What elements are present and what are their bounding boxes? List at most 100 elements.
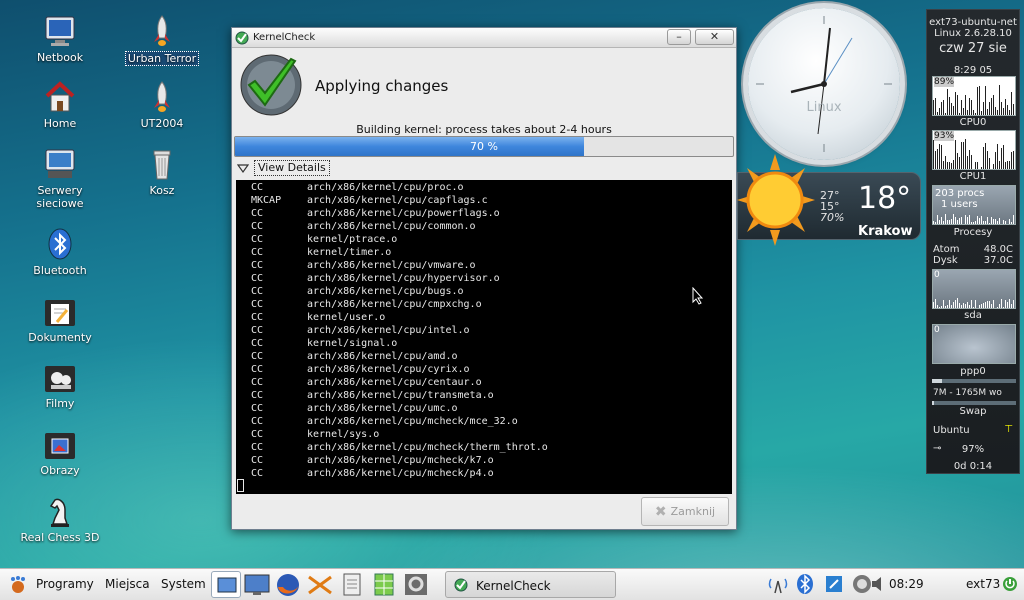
activity-bar (991, 304, 992, 308)
log-command: CC (251, 455, 264, 466)
activity-bar (963, 303, 964, 308)
pictures-folder-icon (43, 427, 77, 461)
desktop-icon-kosz[interactable]: Kosz (116, 147, 208, 197)
document-icon (343, 573, 361, 596)
volume-icon[interactable] (870, 573, 886, 595)
activity-bar (943, 300, 944, 308)
desktop-icon-ut2004[interactable]: UT2004 (116, 80, 208, 130)
activity-bar (969, 150, 970, 169)
log-command: CC (251, 416, 264, 427)
log-command: MKCAP (251, 195, 282, 206)
view-details-expander[interactable]: View Details (237, 159, 330, 176)
activity-bar (957, 95, 958, 115)
weather-humidity: 70% (820, 211, 845, 224)
swap-bar (932, 401, 1016, 405)
desktop-icon-label: Real Chess 3D (20, 531, 100, 544)
minimize-button[interactable]: – (667, 29, 691, 45)
zamknij-label: Zamknij (670, 505, 716, 518)
activity-bar (999, 85, 1000, 115)
desktop-icon-real-chess-3d[interactable]: Real Chess 3D (14, 494, 106, 544)
activity-bar (1011, 304, 1012, 308)
settings-launcher[interactable] (401, 571, 431, 598)
ppp0-label: ppp0 (960, 366, 986, 377)
mail-launcher[interactable] (305, 571, 335, 598)
clock-widget[interactable]: Linux (748, 8, 900, 160)
activity-bar (935, 98, 936, 115)
activity-bar (963, 108, 964, 115)
memory-fill (932, 379, 943, 383)
ppp0-scale: 0 (934, 325, 940, 335)
ppp0-graph: 0 (932, 324, 1016, 364)
activity-bar (955, 300, 956, 308)
screen-icon (244, 574, 270, 595)
calc-launcher[interactable] (369, 571, 399, 598)
activity-bar (1013, 300, 1014, 308)
activity-bar (999, 218, 1000, 224)
desktop-icon-obrazy[interactable]: Obrazy (14, 427, 106, 477)
desktop-icon-home[interactable]: Home (14, 80, 106, 130)
desktop-icon-serwery-sieciowe[interactable]: Serwery sieciowe (14, 147, 106, 210)
activity-bar (953, 302, 954, 308)
activity-bar (933, 302, 934, 308)
log-command: CC (251, 325, 264, 336)
atom-temp: 48.0C (983, 244, 1013, 255)
activity-bar (933, 140, 934, 169)
monitor-launcher[interactable] (242, 571, 272, 598)
desktop-icon-dokumenty[interactable]: Dokumenty (14, 294, 106, 344)
desktop-icon-urban-terror[interactable]: Urban Terror (116, 14, 208, 66)
log-target: arch/x86/kernel/cpu/capflags.c (307, 195, 488, 206)
activity-bar (935, 222, 936, 224)
bluetooth-tray-icon[interactable] (794, 573, 816, 595)
activity-bar (947, 162, 948, 169)
menu-system[interactable]: System (161, 577, 206, 591)
activity-bar (1015, 215, 1016, 224)
shutdown-icon[interactable] (1002, 576, 1018, 592)
panel-user[interactable]: ext73 (966, 577, 1000, 591)
activity-bar (957, 153, 958, 169)
cpu0-graph: 89% (932, 76, 1016, 116)
writer-launcher[interactable] (337, 571, 367, 598)
desktop-icon-filmy[interactable]: Filmy (14, 360, 106, 410)
activity-bar (975, 221, 976, 224)
zamknij-button[interactable]: ✖ Zamknij (641, 497, 729, 526)
menu-programy[interactable]: Programy (36, 577, 94, 591)
activity-bar (977, 87, 978, 115)
firefox-launcher[interactable] (273, 571, 303, 598)
activity-bar (995, 152, 996, 169)
log-command: CC (251, 312, 264, 323)
taskbar-kernelcheck[interactable]: KernelCheck (445, 571, 616, 598)
build-log-terminal[interactable]: CC arch/x86/kernel/cpu/proc.o MKCAP arch/x8… (236, 180, 732, 494)
activity-bar (995, 219, 996, 224)
log-target: arch/x86/kernel/cpu/centaur.o (307, 377, 482, 388)
checkmark-icon (239, 53, 303, 117)
log-target: arch/x86/kernel/cpu/cyrix.o (307, 364, 470, 375)
activity-bar (941, 102, 942, 115)
menu-miejsca[interactable]: Miejsca (105, 577, 150, 591)
activity-bar (945, 113, 946, 115)
activity-bar (937, 215, 938, 224)
log-target: arch/x86/kernel/cpu/vmware.o (307, 260, 476, 271)
cpu0-percent: 89% (934, 77, 955, 87)
activity-bar (1013, 151, 1014, 169)
wireless-icon[interactable] (767, 573, 789, 595)
activity-bar (967, 217, 968, 224)
desktop-icon-label: Urban Terror (124, 51, 200, 66)
show-desktop-launcher[interactable] (211, 571, 241, 598)
activity-bar (973, 307, 974, 308)
desktop-icon-netbook[interactable]: Netbook (14, 14, 106, 64)
sda-scale: 0 (934, 270, 940, 280)
activity-bar (1003, 108, 1004, 115)
activity-bar (951, 219, 952, 224)
cpu1-label: CPU1 (959, 171, 987, 182)
log-command: CC (251, 442, 264, 453)
dialog-heading: Applying changes (315, 77, 449, 95)
update-icon[interactable] (823, 573, 845, 595)
window-titlebar[interactable]: KernelCheck – ✕ (232, 28, 736, 48)
log-target: kernel/sys.o (307, 429, 380, 440)
window-close-button[interactable]: ✕ (695, 29, 734, 45)
desktop-icon-bluetooth[interactable]: Bluetooth (14, 227, 106, 277)
memory-bar (932, 379, 1016, 383)
panel-clock[interactable]: 08:29 (889, 577, 924, 591)
monitor-hostname: ext73-ubuntu-net (929, 17, 1017, 28)
log-command: CC (251, 182, 264, 193)
